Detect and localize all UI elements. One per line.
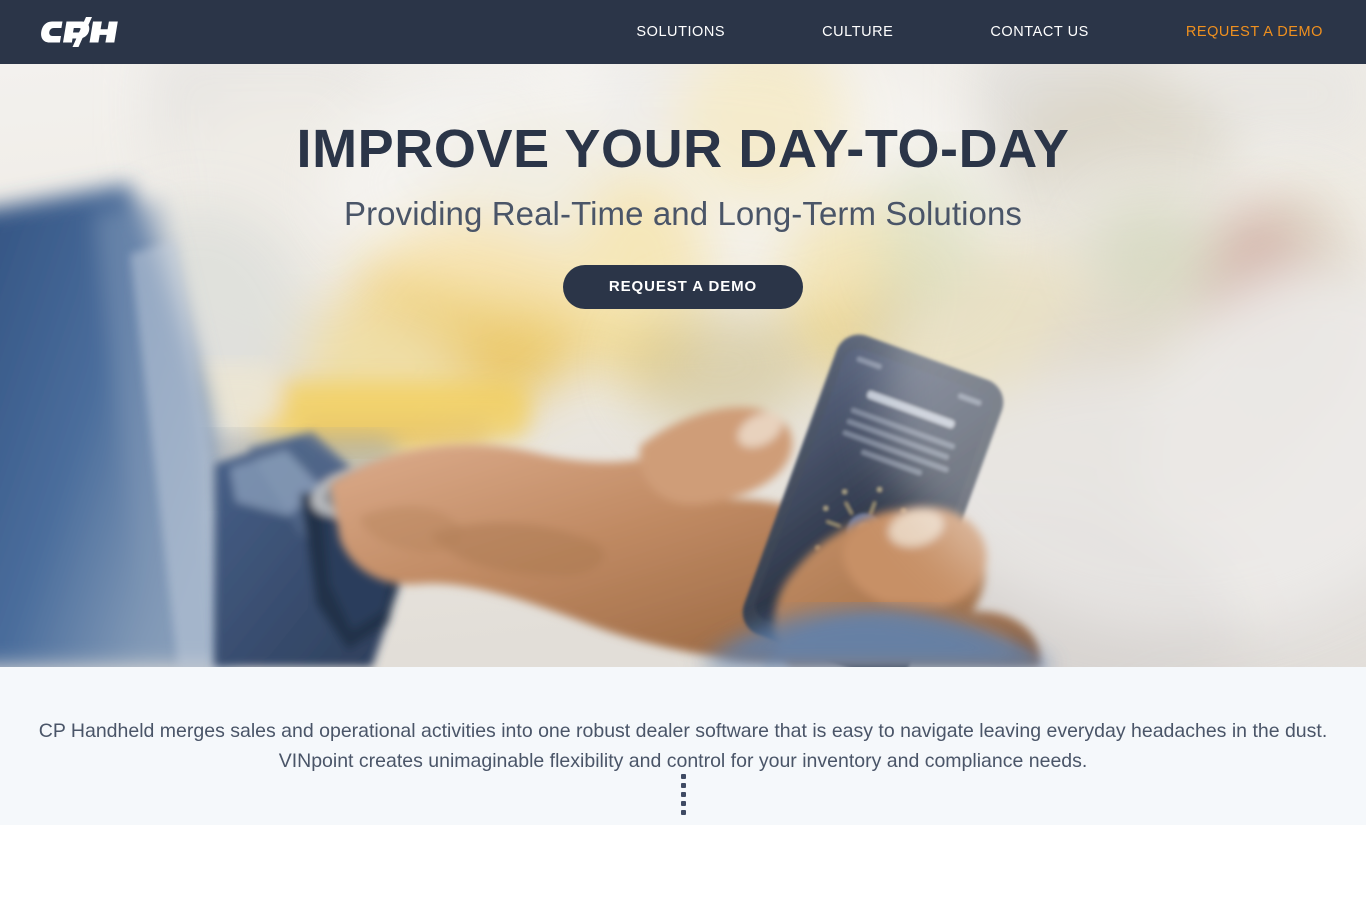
site-header: SOLUTIONS CULTURE CONTACT US REQUEST A D… <box>0 0 1366 64</box>
nav-solutions[interactable]: SOLUTIONS <box>634 18 727 46</box>
nav-request-a-demo[interactable]: REQUEST A DEMO <box>1184 18 1325 46</box>
scroll-down-dots[interactable] <box>0 774 1366 815</box>
page-bottom-whitespace <box>0 825 1366 900</box>
scroll-dot <box>680 774 686 779</box>
scroll-dot <box>680 783 686 788</box>
hero-subtitle: Providing Real-Time and Long-Term Soluti… <box>343 195 1023 233</box>
scroll-dot <box>680 810 686 815</box>
intro-line-1: CP Handheld merges sales and operational… <box>38 720 1328 742</box>
main-navigation: SOLUTIONS CULTURE CONTACT US REQUEST A D… <box>0 0 1366 64</box>
hero-title: IMPROVE YOUR DAY-TO-DAY <box>296 119 1070 179</box>
intro-paragraph: CP Handheld merges sales and operational… <box>33 716 1333 776</box>
intro-section: CP Handheld merges sales and operational… <box>0 667 1366 825</box>
scroll-dot <box>680 801 686 806</box>
hero-request-demo-button[interactable]: REQUEST A DEMO <box>562 264 804 309</box>
intro-line-2: VINpoint creates unimaginable flexibilit… <box>278 750 1088 772</box>
hero-content: IMPROVE YOUR DAY-TO-DAY Providing Real-T… <box>0 64 1366 309</box>
nav-contact-us[interactable]: CONTACT US <box>988 18 1090 46</box>
hero-section: IMPROVE YOUR DAY-TO-DAY Providing Real-T… <box>0 64 1366 667</box>
scroll-dot <box>680 792 686 797</box>
nav-culture[interactable]: CULTURE <box>820 18 895 46</box>
